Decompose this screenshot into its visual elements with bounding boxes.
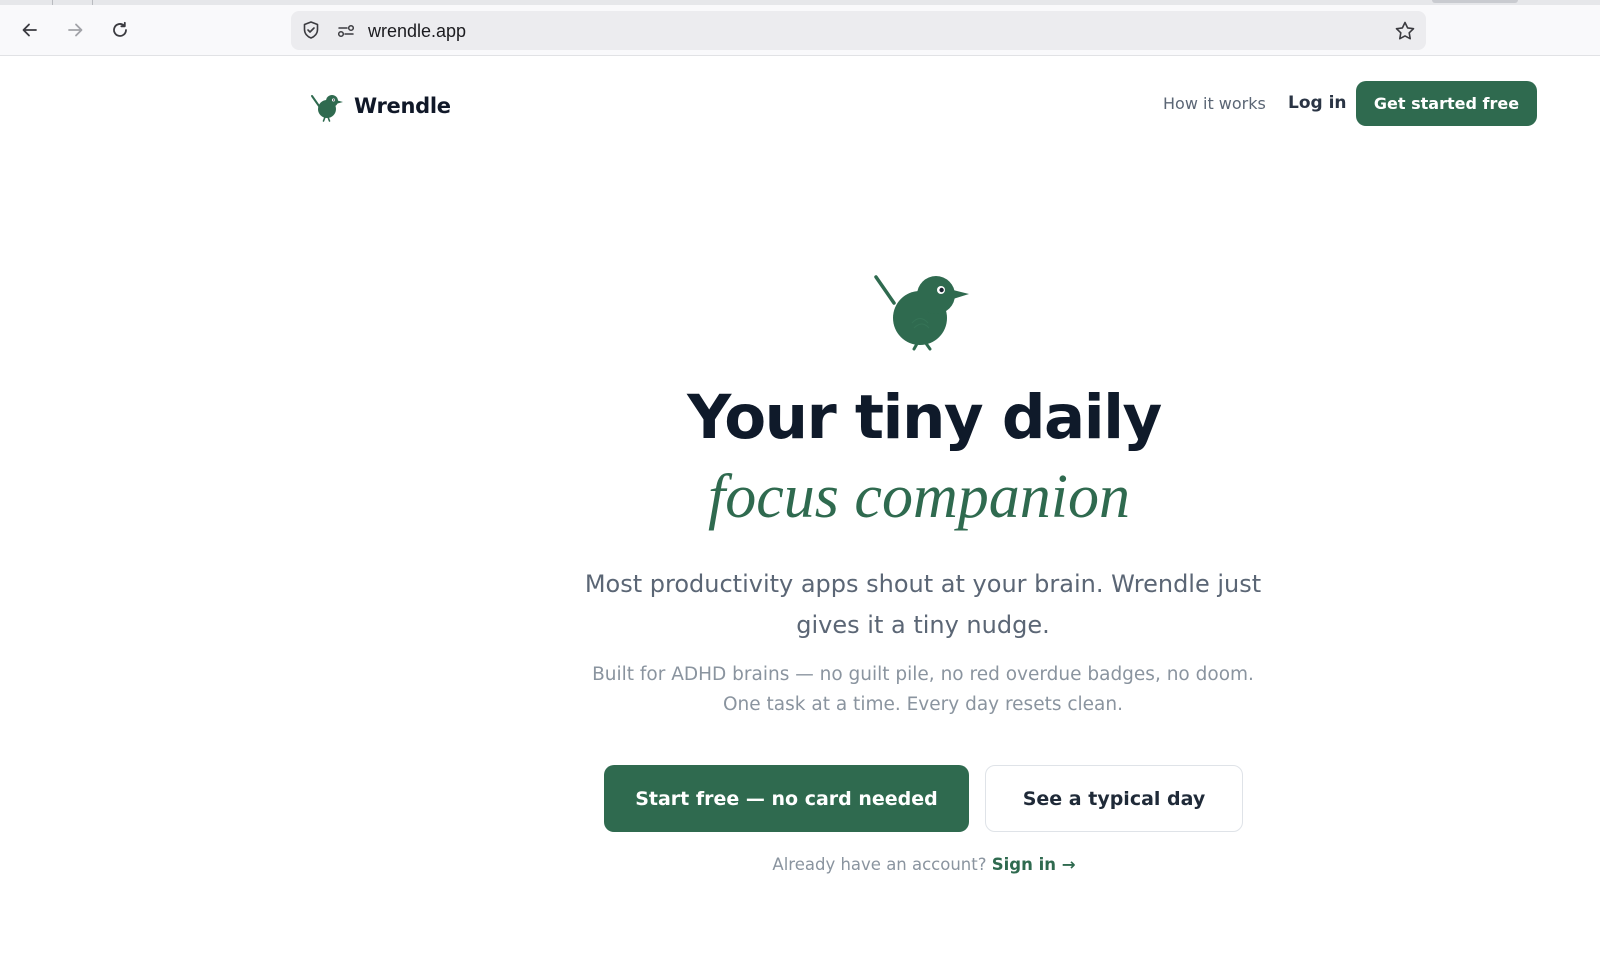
url-text[interactable]: wrendle.app — [368, 21, 466, 42]
sign-in-link[interactable]: Sign in → — [992, 855, 1076, 874]
arrow-right-icon — [68, 23, 83, 37]
reload-icon — [113, 21, 127, 37]
account-prompt: Already have an account? Sign in → — [0, 855, 1600, 874]
nav-link-log-in[interactable]: Log in — [1288, 93, 1347, 113]
reload-button[interactable] — [106, 16, 134, 44]
arrow-left-icon — [22, 23, 37, 37]
brand-logo-link[interactable]: Wrendle — [310, 88, 451, 124]
address-bar[interactable]: wrendle.app — [291, 11, 1426, 50]
tab-indicator — [1432, 0, 1518, 3]
star-icon[interactable] — [1394, 20, 1416, 42]
permissions-icon[interactable] — [336, 21, 356, 41]
hero-note: Built for ADHD brains — no guilt pile, n… — [592, 664, 1254, 715]
hero-title-accent: focus companion — [708, 463, 1130, 531]
shield-icon[interactable] — [301, 20, 321, 40]
back-button[interactable] — [16, 16, 44, 44]
hero-subtitle: Most productivity apps shout at your bra… — [584, 570, 1262, 639]
nav-link-how-it-works[interactable]: How it works — [1163, 94, 1266, 113]
bird-logo-icon — [311, 95, 343, 122]
get-started-button[interactable]: Get started free — [1356, 81, 1537, 126]
brand-name: Wrendle — [354, 94, 451, 118]
start-free-button[interactable]: Start free — no card needed — [604, 765, 969, 832]
browser-toolbar: wrendle.app — [0, 5, 1600, 56]
account-prompt-text: Already have an account? — [772, 855, 987, 874]
hero-title: Your tiny daily — [687, 382, 1162, 453]
see-typical-day-button[interactable]: See a typical day — [985, 765, 1243, 832]
bird-mascot-icon — [874, 275, 969, 351]
forward-button[interactable] — [61, 16, 89, 44]
